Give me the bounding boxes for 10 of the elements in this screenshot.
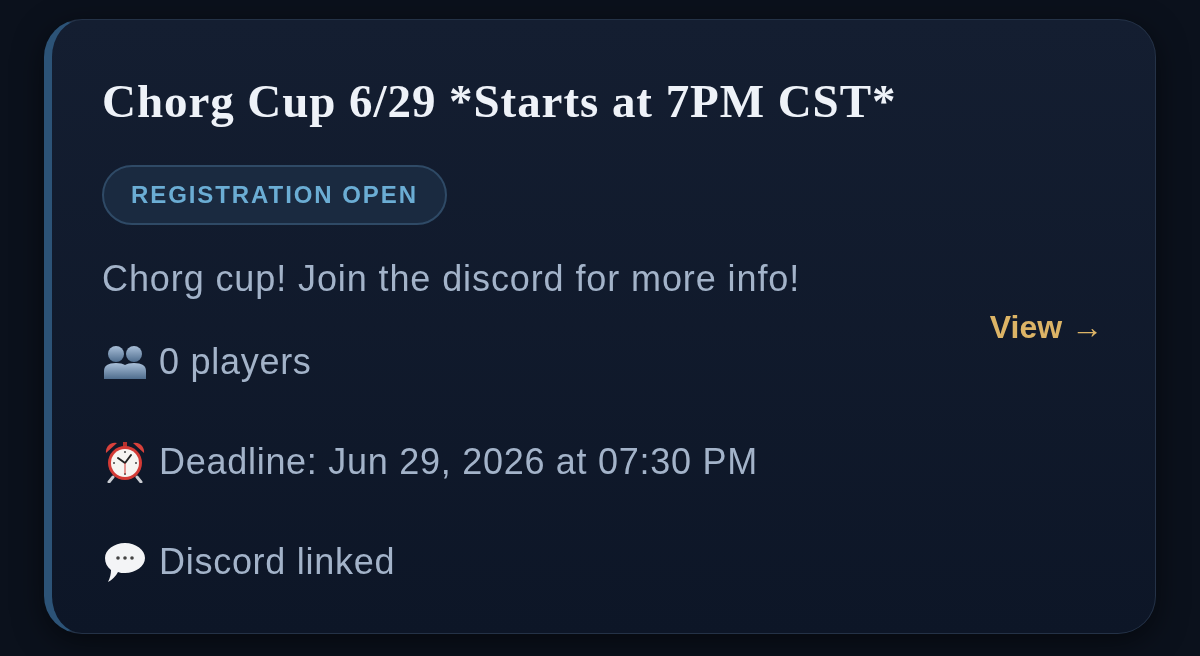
alarm-clock-icon <box>104 441 146 483</box>
detail-text: 0 players <box>159 342 312 382</box>
people-icon <box>104 345 146 379</box>
tournament-description: Chorg cup! Join the discord for more info! <box>102 259 801 299</box>
view-link[interactable]: View → <box>989 306 1103 347</box>
tournament-title: Chorg Cup 6/29 *Starts at 7PM CST* <box>102 77 897 125</box>
detail-text: Deadline: Jun 29, 2026 at 07:30 PM <box>159 442 758 482</box>
status-badge: REGISTRATION OPEN <box>102 165 447 225</box>
detail-text: Discord linked <box>159 542 396 582</box>
speech-bubble-icon <box>104 541 146 583</box>
